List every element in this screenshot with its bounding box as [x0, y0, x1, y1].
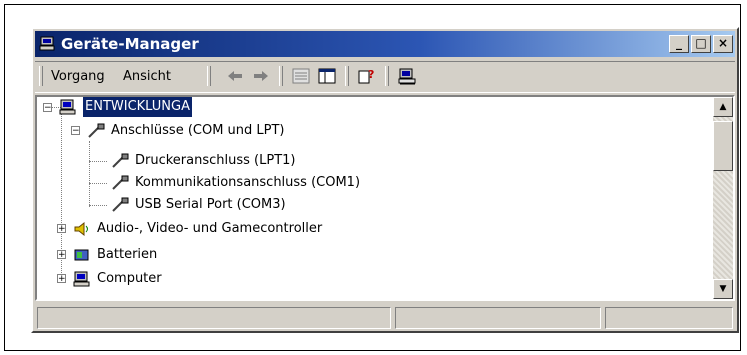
menu-toolbar: Vorgang Ansicht ? [35, 61, 735, 93]
status-bar [37, 307, 733, 329]
tree-node-label: USB Serial Port (COM3) [135, 197, 286, 212]
scroll-down-button[interactable]: ▼ [713, 279, 733, 299]
expand-toggle[interactable]: + [57, 250, 66, 260]
maximize-button[interactable]: □ [691, 35, 711, 53]
device-manager-icon [39, 36, 55, 51]
toolbar-grip[interactable] [39, 66, 43, 86]
tree-line [89, 183, 107, 184]
expand-toggle[interactable]: + [57, 274, 66, 284]
expand-toggle[interactable]: + [57, 224, 66, 234]
toolbar-separator [279, 66, 283, 86]
vertical-scrollbar[interactable]: ▲ ▼ [713, 97, 733, 299]
toolbar-grip[interactable] [207, 66, 211, 86]
tree-line [89, 161, 107, 162]
help-icon[interactable]: ? [357, 67, 377, 85]
device-manager-window: Geräte-Manager _ □ × Vorgang Ansicht ? −… [31, 27, 739, 333]
scroll-thumb[interactable] [713, 121, 733, 171]
port-connector-icon [112, 197, 129, 212]
close-button[interactable]: × [713, 35, 733, 53]
menu-action[interactable]: Vorgang [51, 69, 105, 84]
tree-node-label: Audio-, Video- und Gamecontroller [97, 221, 323, 236]
port-connector-icon [112, 153, 129, 168]
back-arrow-icon[interactable] [225, 67, 245, 85]
tree-node-label: Anschlüsse (COM und LPT) [111, 123, 285, 138]
console-tree-icon[interactable] [317, 67, 337, 85]
status-panel [395, 307, 601, 329]
device-tree: − ENTWICKLUNGA − Anschlüsse (COM und LPT… [37, 97, 711, 299]
tree-line [89, 205, 107, 206]
svg-text:?: ? [368, 68, 374, 81]
tree-line [89, 141, 90, 207]
tree-node-label: Druckeranschluss (LPT1) [135, 153, 296, 168]
device-manager-icon[interactable] [397, 67, 417, 85]
title-bar[interactable]: Geräte-Manager _ □ × [35, 31, 735, 57]
toolbar-separator [385, 66, 389, 86]
tree-node-label: Batterien [97, 247, 158, 262]
battery-icon [74, 249, 89, 261]
port-connector-icon [88, 123, 105, 138]
tree-node-label: ENTWICKLUNGA [83, 97, 192, 117]
collapse-toggle[interactable]: − [71, 126, 80, 136]
properties-icon[interactable] [291, 67, 311, 85]
scroll-up-button[interactable]: ▲ [713, 97, 733, 117]
window-title: Geräte-Manager [61, 35, 199, 53]
status-panel [37, 307, 391, 329]
device-tree-panel: − ENTWICKLUNGA − Anschlüsse (COM und LPT… [35, 95, 735, 301]
menu-view[interactable]: Ansicht [123, 69, 171, 84]
forward-arrow-icon[interactable] [251, 67, 271, 85]
computer-icon [73, 271, 90, 287]
collapse-toggle[interactable]: − [43, 103, 52, 113]
status-panel [605, 307, 733, 329]
tree-node-label: Kommunikationsanschluss (COM1) [135, 175, 361, 190]
port-connector-icon [112, 175, 129, 190]
speaker-icon [74, 221, 88, 237]
toolbar-separator [345, 66, 349, 86]
tree-node-label: Computer [97, 271, 162, 286]
computer-icon [59, 99, 76, 115]
minimize-button[interactable]: _ [669, 35, 689, 53]
screenshot-frame: Geräte-Manager _ □ × Vorgang Ansicht ? −… [4, 4, 741, 351]
